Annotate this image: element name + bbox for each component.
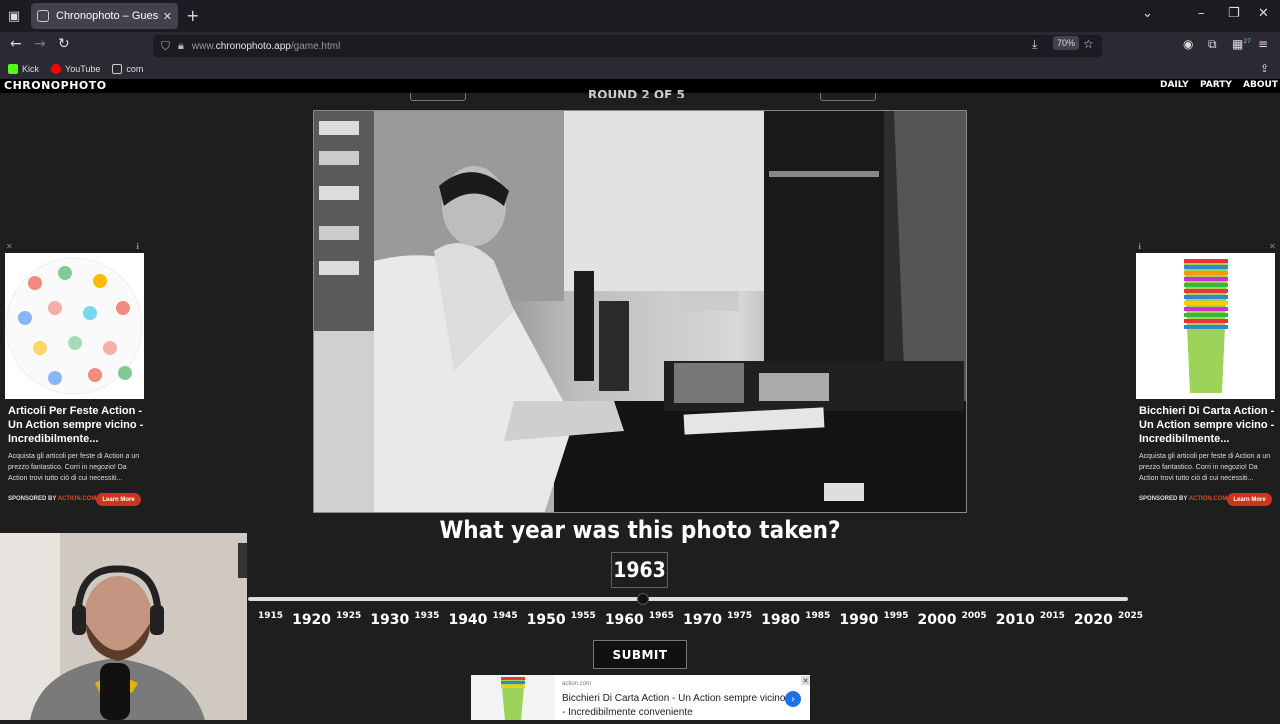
folder-icon	[112, 63, 123, 74]
nav-bar: ← → ↻ ⛉ 🔒︎ www.chronophoto.app/game.html…	[0, 32, 1280, 58]
download-icon[interactable]: ⤓	[1032, 37, 1037, 52]
lab-scene-image	[314, 111, 966, 512]
submit-button[interactable]: SUBMIT	[593, 640, 687, 669]
chevron-right-icon[interactable]: ›	[785, 691, 801, 707]
ad-close-icon[interactable]: ✕	[801, 676, 810, 685]
tab-title: Chronophoto – Guess the Year	[56, 10, 159, 22]
tick-label-major: 2010	[995, 612, 1035, 628]
balloon-plate-icon	[5, 253, 144, 399]
shield-icon[interactable]: ⛉	[161, 39, 170, 54]
bookmark-folder-com[interactable]: com	[112, 63, 143, 74]
ad-info-icon[interactable]: ℹ	[1138, 242, 1141, 251]
ad-close-icon[interactable]: ✕	[6, 242, 13, 251]
tab-close-icon[interactable]: ✕	[163, 10, 172, 23]
selected-year-display: 1963	[611, 552, 668, 588]
paper-cups-icon	[501, 677, 525, 720]
tick-label-major: 1980	[761, 612, 801, 628]
tick-label-major: 2000	[917, 612, 957, 628]
reload-icon[interactable]: ↻	[58, 36, 70, 52]
tick-label-minor: 1965	[648, 611, 674, 621]
ad-domain: action.com	[562, 681, 592, 687]
tick-label-major: 1990	[839, 612, 879, 628]
tab-list-icon[interactable]: ▣	[0, 2, 28, 30]
account-icon[interactable]: ◉	[1183, 37, 1193, 51]
ad-text[interactable]: Bicchieri Di Carta Action - Un Action se…	[562, 692, 787, 720]
other-bookmarks-icon[interactable]: ⇪	[1260, 62, 1269, 75]
restore-icon[interactable]: ❐	[1228, 6, 1240, 21]
ad-image-party-plate[interactable]	[5, 253, 144, 399]
tick-label-minor: 1935	[414, 611, 440, 621]
ad-title[interactable]: Bicchieri Di Carta Action - Un Action se…	[1139, 404, 1277, 446]
back-icon[interactable]: ←	[10, 36, 22, 52]
tick-label-major: 2020	[1073, 612, 1113, 628]
ad-learn-more-button[interactable]: Learn More	[96, 493, 141, 506]
ad-close-icon[interactable]: ✕	[1269, 242, 1276, 251]
camera-icon	[37, 10, 49, 22]
ad-body: Acquista gli articoli per feste di Actio…	[8, 453, 140, 482]
tick-label-minor: 2005	[961, 611, 987, 621]
tick-label-major: 1960	[604, 612, 644, 628]
round-indicator: ROUND 2 OF 5	[588, 88, 685, 98]
youtube-icon	[51, 63, 62, 74]
tick-label-minor: 1945	[492, 611, 518, 621]
tick-label-minor: 2025	[1118, 611, 1144, 621]
year-slider-track[interactable]	[248, 597, 1128, 601]
bookmarks-bar: Kick YouTube com ⇪	[0, 58, 1280, 79]
right-ad[interactable]: ℹ ✕ Bicchieri Di Carta Action - Un Actio…	[1131, 242, 1277, 510]
bookmark-kick[interactable]: Kick	[8, 63, 39, 74]
ad-image-paper-cups[interactable]	[1136, 253, 1275, 399]
bookmark-youtube[interactable]: YouTube	[51, 63, 100, 74]
tick-label-minor: 1995	[883, 611, 909, 621]
tick-label-major: 1920	[292, 612, 332, 628]
address-bar[interactable]: ⛉ 🔒︎ www.chronophoto.app/game.html	[153, 35, 1102, 57]
new-tab-icon[interactable]: +	[186, 6, 199, 25]
left-ad[interactable]: ✕ ℹ Articoli Per Feste Action - Un Actio…	[0, 242, 146, 510]
tab-bar: ▣ Chronophoto – Guess the Year ✕ + ⌄ – ❐…	[0, 0, 1280, 32]
bottom-banner-ad[interactable]: action.com Bicchieri Di Carta Action - U…	[471, 675, 810, 720]
tick-label-minor: 1985	[805, 611, 831, 621]
ad-info-icon[interactable]: ℹ	[136, 242, 139, 251]
url-text: www.chronophoto.app/game.html	[191, 40, 341, 52]
extension-badge-icon[interactable]: ▦27	[1232, 37, 1251, 51]
lock-icon[interactable]: 🔒︎	[178, 39, 184, 53]
menu-party[interactable]: PARTY	[1200, 80, 1232, 90]
minimize-icon[interactable]: –	[1198, 6, 1205, 21]
ad-title[interactable]: Articoli Per Feste Action - Un Action se…	[8, 404, 146, 446]
streamer-webcam-image	[0, 533, 247, 720]
kick-icon	[8, 63, 18, 74]
ad-learn-more-button[interactable]: Learn More	[1227, 493, 1272, 506]
tick-label-minor: 1915	[258, 611, 284, 621]
ad-sponsor: SPONSORED BY ACTION.COM	[8, 496, 97, 502]
menu-icon[interactable]: ≡	[1258, 37, 1268, 51]
chevron-down-icon[interactable]: ⌄	[1142, 6, 1153, 21]
paper-cups-icon	[1136, 253, 1275, 399]
menu-daily[interactable]: DAILY	[1160, 80, 1189, 90]
tick-label-minor: 1975	[727, 611, 753, 621]
ad-body: Acquista gli articoli per feste di Actio…	[1139, 453, 1271, 482]
historical-photo	[313, 110, 967, 513]
prev-round-tab[interactable]	[410, 93, 466, 101]
ad-thumbnail-cups[interactable]	[471, 675, 555, 720]
bookmark-star-icon[interactable]: ☆	[1083, 37, 1094, 51]
tick-label-major: 1930	[370, 612, 410, 628]
forward-icon[interactable]: →	[34, 36, 46, 52]
tick-label-minor: 2015	[1039, 611, 1065, 621]
extensions-icon[interactable]: ⧉	[1208, 37, 1217, 52]
ad-sponsor: SPONSORED BY ACTION.COM	[1139, 496, 1228, 502]
window-close-icon[interactable]: ✕	[1258, 6, 1269, 21]
tick-label-major: 1950	[526, 612, 566, 628]
active-tab[interactable]: Chronophoto – Guess the Year ✕	[31, 3, 178, 29]
tick-label-minor: 1955	[570, 611, 596, 621]
tick-label-minor: 1925	[336, 611, 362, 621]
tick-label-major: 1970	[683, 612, 722, 628]
tick-label-major: 1940	[448, 612, 488, 628]
next-round-tab[interactable]	[820, 93, 876, 101]
webcam-overlay	[0, 533, 247, 720]
menu-about[interactable]: ABOUT	[1243, 80, 1278, 90]
zoom-level[interactable]: 70%	[1053, 36, 1080, 50]
site-logo[interactable]: CHRONOPHOTO	[4, 79, 107, 92]
